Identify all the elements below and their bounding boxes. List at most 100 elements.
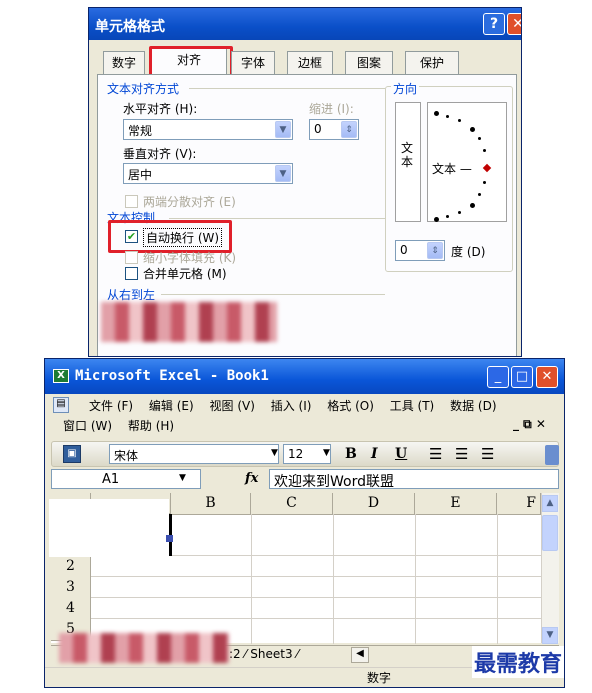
horizontal-align-select[interactable]: 常规	[123, 119, 293, 140]
sheet-tab-sheet3[interactable]: :2 ⁄ Sheet3 ⁄	[229, 647, 298, 661]
name-box-value: A1	[102, 472, 120, 487]
tab-border[interactable]: 边框	[287, 51, 333, 74]
document-icon[interactable]: ▤	[53, 397, 69, 413]
merge-cells-label: 合并单元格 (M)	[143, 267, 227, 281]
scroll-up-icon[interactable]: ▲	[542, 495, 558, 512]
menu-window[interactable]: 窗口 (W)	[63, 419, 112, 433]
horizontal-align-label: 水平对齐 (H):	[123, 102, 198, 116]
maximize-button[interactable]: □	[511, 366, 533, 388]
excel-window: Microsoft Excel - Book1 X _ □ ✕ ▤ 文件 (F)…	[44, 358, 565, 688]
vertical-text-box[interactable]: 文本	[395, 102, 421, 222]
column-header-b[interactable]: B	[171, 493, 251, 515]
row-header-2[interactable]: 2	[51, 556, 91, 578]
vertical-align-select[interactable]: 居中	[123, 163, 293, 184]
menu-data[interactable]: 数据 (D)	[450, 399, 496, 413]
blurred-area	[59, 633, 229, 663]
formula-input[interactable]: 欢迎来到Word联盟	[269, 469, 559, 490]
fill-handle[interactable]	[166, 535, 173, 542]
degree-label: 度 (D)	[451, 245, 486, 259]
format-cells-dialog: 单元格格式 ? ✕ 数字 对齐 字体 边框 图案 保护 文本对齐方式 水平对齐 …	[88, 7, 522, 357]
vertical-align-label: 垂直对齐 (V):	[123, 147, 197, 161]
grid-line	[91, 618, 541, 619]
degree-value: 0	[400, 243, 408, 257]
blurred-area	[101, 302, 277, 342]
vertical-align-value: 居中	[128, 168, 153, 182]
formula-value: 欢迎来到Word联盟	[274, 474, 394, 490]
grid-line	[91, 576, 541, 577]
vertical-text: 文本	[401, 141, 414, 169]
dial-mark	[478, 137, 481, 140]
indent-label: 缩进 (I):	[309, 102, 354, 116]
align-center-icon[interactable]: ☰	[455, 445, 468, 463]
window-close-button[interactable]: ✕	[536, 366, 558, 388]
tab-protection[interactable]: 保护	[405, 51, 459, 74]
menu-tools[interactable]: 工具 (T)	[390, 399, 435, 413]
column-header-d[interactable]: D	[333, 493, 415, 515]
font-size-value: 12	[288, 447, 304, 461]
tab-number[interactable]: 数字	[103, 51, 145, 74]
dial-mark	[458, 211, 461, 214]
chevron-down-icon[interactable]: ▼	[275, 165, 291, 182]
bold-button[interactable]: B	[345, 446, 357, 462]
orientation-dial[interactable]: 文本 —	[427, 102, 507, 222]
spinner-arrows-icon[interactable]: ⇕	[341, 121, 357, 138]
menu-file[interactable]: 文件 (F)	[89, 399, 133, 413]
dial-mark	[434, 111, 439, 116]
shrink-checkbox[interactable]	[125, 251, 138, 264]
wrap-text-label: 自动换行 (W)	[143, 228, 223, 247]
dial-mark	[458, 119, 461, 122]
dial-mark	[470, 127, 475, 132]
menu-view[interactable]: 视图 (V)	[210, 399, 255, 413]
excel-logo-icon: X	[53, 369, 69, 383]
merge-cells-checkbox[interactable]	[125, 267, 138, 280]
chevron-down-icon[interactable]: ▼	[323, 448, 330, 458]
menu-bar-row2: 窗口 (W) 帮助 (H)	[63, 417, 186, 434]
row-header-3[interactable]: 3	[51, 577, 91, 599]
tab-pattern[interactable]: 图案	[345, 51, 393, 74]
underline-button[interactable]: U	[395, 446, 407, 462]
scroll-left-icon[interactable]: ◀	[351, 647, 369, 663]
orientation-text: 文本 —	[432, 162, 472, 176]
row-header-4[interactable]: 4	[51, 598, 91, 620]
minimize-button[interactable]: _	[487, 366, 509, 388]
column-header-c[interactable]: C	[251, 493, 333, 515]
help-button[interactable]: ?	[483, 13, 505, 35]
chevron-down-icon[interactable]: ▼	[275, 121, 291, 138]
save-icon[interactable]: ▣	[63, 445, 81, 463]
dialog-title-bar: 单元格格式	[89, 8, 521, 40]
grid-line	[333, 514, 334, 644]
document-controls[interactable]: _ ⧉ ✕	[513, 417, 546, 432]
column-header-e[interactable]: E	[415, 493, 497, 515]
close-button[interactable]: ✕	[507, 13, 521, 35]
horizontal-align-value: 常规	[128, 124, 153, 138]
rtl-group-label: 从右到左	[107, 288, 156, 302]
menu-format[interactable]: 格式 (O)	[327, 399, 374, 413]
column-header-f[interactable]: F	[497, 493, 541, 515]
dial-handle[interactable]	[482, 163, 492, 173]
font-name-select[interactable]: 宋体	[109, 444, 279, 464]
grid-line	[415, 514, 416, 644]
font-name-value: 宋体	[114, 449, 139, 463]
watermark-text: 最需教育	[472, 646, 565, 678]
scroll-down-icon[interactable]: ▼	[542, 627, 558, 644]
menu-edit[interactable]: 编辑 (E)	[149, 399, 194, 413]
dial-mark	[478, 193, 481, 196]
toolbar-options-icon[interactable]	[545, 445, 559, 465]
distributed-checkbox[interactable]	[125, 195, 138, 208]
fx-icon[interactable]: fx	[245, 471, 258, 486]
chevron-down-icon[interactable]: ▼	[179, 473, 186, 483]
menu-insert[interactable]: 插入 (I)	[271, 399, 312, 413]
group-separator	[161, 294, 385, 295]
tab-font[interactable]: 字体	[231, 51, 275, 74]
italic-button[interactable]: I	[371, 446, 378, 462]
spinner-arrows-icon[interactable]: ⇕	[427, 242, 443, 259]
chevron-down-icon[interactable]: ▼	[271, 448, 278, 458]
dial-mark	[434, 217, 439, 222]
align-left-icon[interactable]: ☰	[429, 445, 442, 463]
align-right-icon[interactable]: ☰	[481, 445, 494, 463]
dialog-title: 单元格格式	[95, 19, 165, 35]
menu-bar: 文件 (F) 编辑 (E) 视图 (V) 插入 (I) 格式 (O) 工具 (T…	[89, 397, 509, 414]
wrap-text-checkbox[interactable]: ✔	[125, 230, 138, 243]
scroll-thumb[interactable]	[542, 515, 558, 551]
menu-help[interactable]: 帮助 (H)	[128, 419, 174, 433]
